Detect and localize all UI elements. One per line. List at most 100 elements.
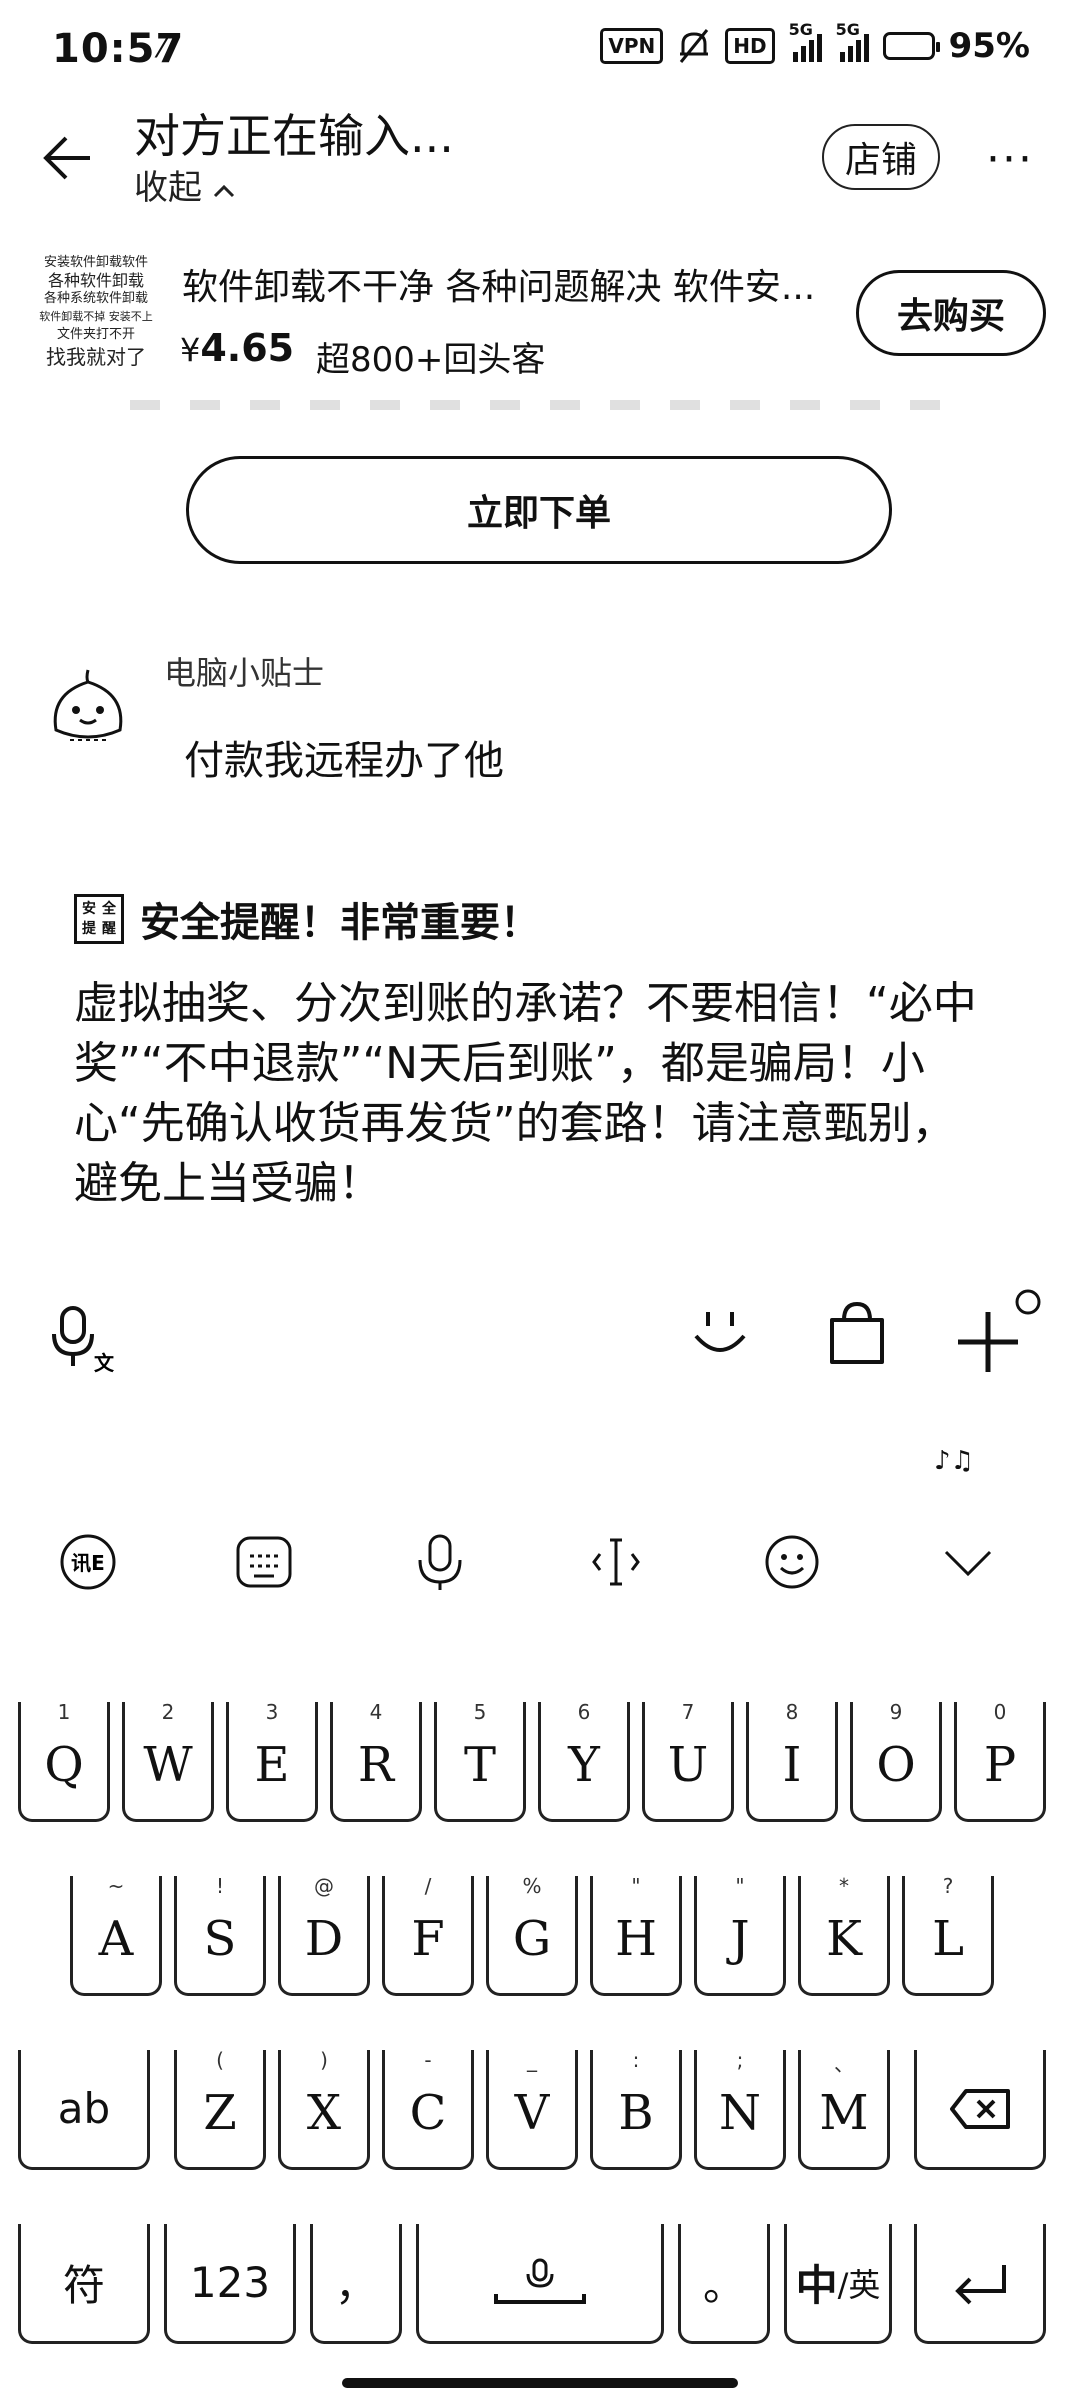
key-hint: 4 <box>369 1700 383 1724</box>
key-k[interactable]: * K <box>798 1874 890 1996</box>
key-hint: % <box>522 1874 542 1898</box>
key-lang-toggle[interactable]: 中/英 <box>784 2224 892 2344</box>
voice-to-text-icon[interactable]: 文 <box>50 1304 120 1374</box>
icon-char: 提 <box>82 921 96 937</box>
product-price: ¥4.65 <box>180 326 294 370</box>
key-s[interactable]: ! S <box>174 1874 266 1996</box>
key-f[interactable]: / F <box>382 1874 474 1996</box>
key-hint: 8 <box>785 1700 799 1724</box>
chat-title: 对方正在输入... <box>134 109 454 163</box>
key-label: Y <box>568 1736 600 1793</box>
shop-button[interactable]: 店铺 <box>822 124 940 190</box>
ime-logo-icon[interactable]: 讯E <box>58 1532 118 1592</box>
plus-icon[interactable] <box>954 1288 1044 1378</box>
key-label: L <box>932 1910 964 1967</box>
key-hint: / <box>424 1874 432 1898</box>
key-label: V <box>514 2084 550 2141</box>
key-label: X <box>306 2084 342 2141</box>
key-label: O <box>876 1736 916 1793</box>
key-space[interactable] <box>416 2224 664 2344</box>
microphone-icon[interactable] <box>410 1532 470 1592</box>
key-label: C <box>409 2084 447 2141</box>
key-c[interactable]: -C <box>382 2048 474 2170</box>
product-thumbnail: 安装软件卸载软件 各种软件卸载 各种系统软件卸载 软件卸载不掉 安装不上 文件夹… <box>36 254 156 384</box>
key-label: I <box>782 1736 802 1793</box>
key-l[interactable]: ? L <box>902 1874 994 1996</box>
key-label: S <box>203 1910 237 1967</box>
key-numbers[interactable]: 123 <box>164 2224 296 2344</box>
key-label: D <box>304 1910 344 1967</box>
key-p[interactable]: 0P <box>954 1700 1046 1822</box>
ime-toolbar: 讯E <box>0 1528 1080 1608</box>
key-label: A <box>98 1910 134 1967</box>
key-label: R <box>357 1736 395 1793</box>
cursor-move-icon[interactable] <box>586 1532 646 1592</box>
key-o[interactable]: 9O <box>850 1700 942 1822</box>
music-note-icon: ♪♫ <box>934 1446 974 1476</box>
data-activity-icon: ⁄ <box>160 30 166 65</box>
key-hint: ~ <box>107 1874 125 1898</box>
thumb-line: 安装软件卸载软件 <box>43 255 148 270</box>
status-icons: VPN HD 5G 5G 95% <box>600 20 1030 66</box>
key-hint: " <box>735 1874 745 1898</box>
key-u[interactable]: 7U <box>642 1700 734 1822</box>
key-i[interactable]: 8I <box>746 1700 838 1822</box>
key-d[interactable]: @ D <box>278 1874 370 1996</box>
key-q[interactable]: 1Q <box>18 1700 110 1822</box>
key-hint: ! <box>215 1874 225 1898</box>
lang-cn: 中 <box>795 2261 838 2310</box>
key-ab-shift[interactable]: ab <box>18 2050 150 2170</box>
key-t[interactable]: 5T <box>434 1700 526 1822</box>
product-card[interactable]: 安装软件卸载软件 各种软件卸载 各种系统软件卸载 软件卸载不掉 安装不上 文件夹… <box>0 240 1080 410</box>
key-b[interactable]: :B <box>590 2048 682 2170</box>
key-z[interactable]: (Z <box>174 2048 266 2170</box>
key-symbols[interactable]: 符 <box>18 2224 150 2344</box>
order-now-button[interactable]: 立即下单 <box>186 456 892 564</box>
hide-keyboard-chevron-icon[interactable] <box>938 1532 998 1592</box>
key-label: F <box>411 1910 445 1967</box>
key-r[interactable]: 4R <box>330 1700 422 1822</box>
buy-button[interactable]: 去购买 <box>856 270 1046 356</box>
key-enter[interactable] <box>914 2224 1046 2344</box>
icon-char: 醒 <box>102 921 116 937</box>
key-y[interactable]: 6Y <box>538 1700 630 1822</box>
thumb-line: 各种系统软件卸载 <box>43 291 148 306</box>
keyboard-layout-icon[interactable] <box>234 1532 294 1592</box>
key-label: T <box>463 1736 496 1793</box>
avatar[interactable] <box>40 664 136 760</box>
key-hint: ( <box>216 2048 224 2072</box>
key-hint: ? <box>942 1874 954 1898</box>
message-text[interactable]: 付款我远程办了他 <box>184 728 504 786</box>
shopping-bag-icon[interactable] <box>826 1300 888 1366</box>
key-backspace[interactable] <box>914 2050 1046 2170</box>
key-label: Z <box>203 2084 237 2141</box>
key-hint: 9 <box>889 1700 903 1724</box>
emoji-icon[interactable] <box>690 1304 750 1364</box>
emoji-keyboard-icon[interactable] <box>762 1532 822 1592</box>
key-a[interactable]: ~ A <box>70 1874 162 1996</box>
key-v[interactable]: _ V <box>486 2048 578 2170</box>
key-hint: 1 <box>57 1700 71 1724</box>
repeat-customers: 超800+回头客 <box>316 340 546 380</box>
key-n[interactable]: ; N <box>694 2048 786 2170</box>
sender-name: 电脑小贴士 <box>164 654 325 692</box>
price-value: 4.65 <box>200 326 295 370</box>
key-h[interactable]: " H <box>590 1874 682 1996</box>
key-j[interactable]: " J <box>694 1874 786 1996</box>
thumb-line: 软件卸载不掉 安装不上 <box>39 310 153 323</box>
svg-text:文: 文 <box>94 1351 115 1374</box>
status-bar: 10:57 ⁄ VPN HD 5G 5G 95% <box>0 0 1080 96</box>
home-indicator[interactable] <box>342 2378 738 2388</box>
key-g[interactable]: % G <box>486 1874 578 1996</box>
key-comma[interactable]: ， <box>310 2224 402 2344</box>
collapse-toggle[interactable]: 收起 <box>134 160 235 209</box>
key-w[interactable]: 2W <box>122 1700 214 1822</box>
key-m[interactable]: 、 M <box>798 2050 890 2170</box>
key-label: G <box>512 1910 552 1967</box>
key-e[interactable]: 3E <box>226 1700 318 1822</box>
key-x[interactable]: ) X <box>278 2048 370 2170</box>
key-period[interactable]: 。 <box>678 2224 770 2344</box>
back-arrow-icon[interactable] <box>40 130 96 186</box>
more-menu-icon[interactable]: ··· <box>986 134 1034 185</box>
safety-warning-header: 安 全 提 醒 安全提醒！非常重要！ <box>74 890 540 948</box>
